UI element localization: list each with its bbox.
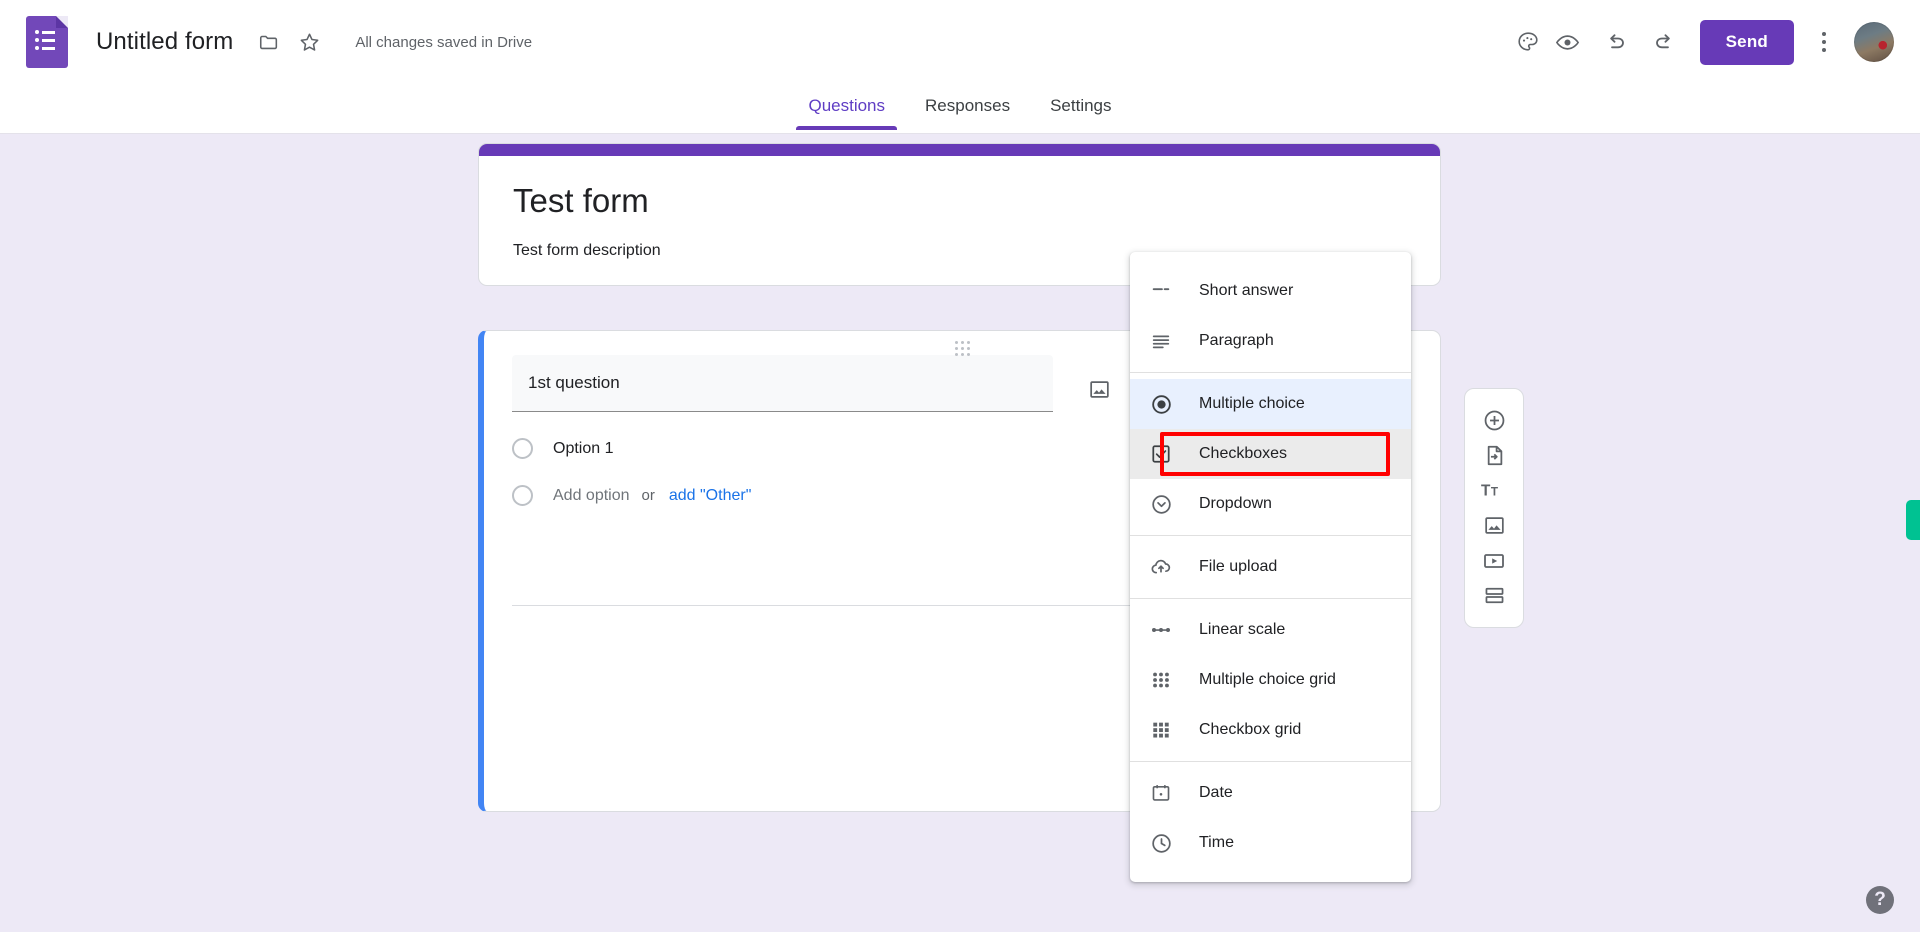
add-video-icon[interactable] [1476,544,1512,578]
menu-item-label: Multiple choice grid [1199,671,1336,688]
menu-group-text: Short answer Paragraph [1130,260,1411,372]
question-type-menu: Short answer Paragraph Multiple choice C… [1130,252,1411,882]
menu-group-choice: Multiple choice Checkboxes Dropdown [1130,372,1411,535]
image-icon[interactable] [1079,369,1119,409]
editor-tabs: Questions Responses Settings [0,84,1920,134]
form-title-input[interactable]: Untitled form [90,24,239,60]
page-title[interactable]: Test form [513,182,1406,220]
help-button[interactable]: ? [1866,886,1894,914]
question-title-wrap: 1st question [512,355,1053,412]
clock-icon [1148,832,1174,855]
avatar[interactable] [1854,22,1894,62]
radio-unchecked-icon [512,485,533,506]
dropdown-circle-icon [1148,493,1174,516]
add-item-toolbar: T T [1464,388,1524,628]
menu-item-label: Paragraph [1199,332,1274,349]
eye-icon[interactable] [1548,22,1588,62]
add-question-icon[interactable] [1476,403,1512,437]
menu-item-label: Checkbox grid [1199,721,1302,738]
question-text-input[interactable]: 1st question [512,355,1053,412]
menu-group-datetime: Date Time [1130,761,1411,874]
menu-group-scale-grid: Linear scale Multiple choice grid Checkb… [1130,598,1411,761]
menu-item-label: Short answer [1199,282,1294,299]
menu-item-label: Dropdown [1199,495,1272,512]
menu-item-checkbox-grid[interactable]: Checkbox grid [1130,705,1411,755]
dot-grid-icon [1148,669,1174,691]
add-section-icon[interactable] [1476,579,1512,613]
tab-settings[interactable]: Settings [1030,84,1131,130]
checkbox-checked-icon [1148,443,1174,465]
add-option-button[interactable]: Add option [553,487,630,505]
folder-icon[interactable] [249,22,289,62]
menu-item-time[interactable]: Time [1130,818,1411,868]
menu-item-label: Multiple choice [1199,395,1305,412]
or-label: or [641,487,655,504]
side-panel-tab[interactable] [1906,500,1920,540]
menu-item-short-answer[interactable]: Short answer [1130,266,1411,316]
palette-icon[interactable] [1508,22,1548,62]
menu-item-date[interactable]: Date [1130,768,1411,818]
radio-filled-icon [1148,393,1174,416]
paragraph-icon [1148,330,1174,352]
top-app-bar: Untitled form All changes saved in Drive [0,0,1920,84]
menu-item-paragraph[interactable]: Paragraph [1130,316,1411,366]
linear-scale-icon [1148,618,1174,642]
star-icon[interactable] [289,22,329,62]
form-canvas: Test form Test form description 1st ques… [0,134,1920,932]
radio-unchecked-icon[interactable] [512,438,533,459]
menu-item-multiple-choice[interactable]: Multiple choice [1130,379,1411,429]
cloud-upload-icon [1148,555,1174,579]
google-forms-icon[interactable] [26,16,68,68]
redo-icon[interactable] [1644,22,1684,62]
menu-item-label: Time [1199,834,1234,851]
menu-item-linear-scale[interactable]: Linear scale [1130,605,1411,655]
google-forms-editor: Untitled form All changes saved in Drive [0,0,1920,932]
kebab-menu-icon[interactable] [1804,22,1844,62]
add-title-icon[interactable]: T T [1476,473,1512,507]
menu-item-checkboxes[interactable]: Checkboxes [1130,429,1411,479]
menu-item-label: File upload [1199,558,1278,575]
menu-group-upload: File upload [1130,535,1411,598]
save-status-text: All changes saved in Drive [355,33,533,51]
svg-text:T: T [1490,486,1498,499]
import-questions-icon[interactable] [1476,438,1512,472]
form-accent-bar [479,144,1440,156]
short-answer-icon [1148,280,1174,302]
undo-icon[interactable] [1596,22,1636,62]
send-button[interactable]: Send [1699,19,1794,65]
square-grid-icon [1148,719,1174,741]
calendar-icon [1148,782,1174,804]
menu-item-label: Date [1199,784,1233,801]
menu-item-file-upload[interactable]: File upload [1130,542,1411,592]
svg-text:T: T [1481,483,1491,500]
tab-questions[interactable]: Questions [788,84,905,130]
menu-item-label: Linear scale [1199,621,1286,638]
menu-item-label: Checkboxes [1199,445,1288,462]
option-label[interactable]: Option 1 [553,440,613,458]
add-image-icon[interactable] [1476,509,1512,543]
menu-item-multiple-choice-grid[interactable]: Multiple choice grid [1130,655,1411,705]
tab-responses[interactable]: Responses [905,84,1030,130]
menu-item-dropdown[interactable]: Dropdown [1130,479,1411,529]
add-other-button[interactable]: add "Other" [669,487,752,505]
